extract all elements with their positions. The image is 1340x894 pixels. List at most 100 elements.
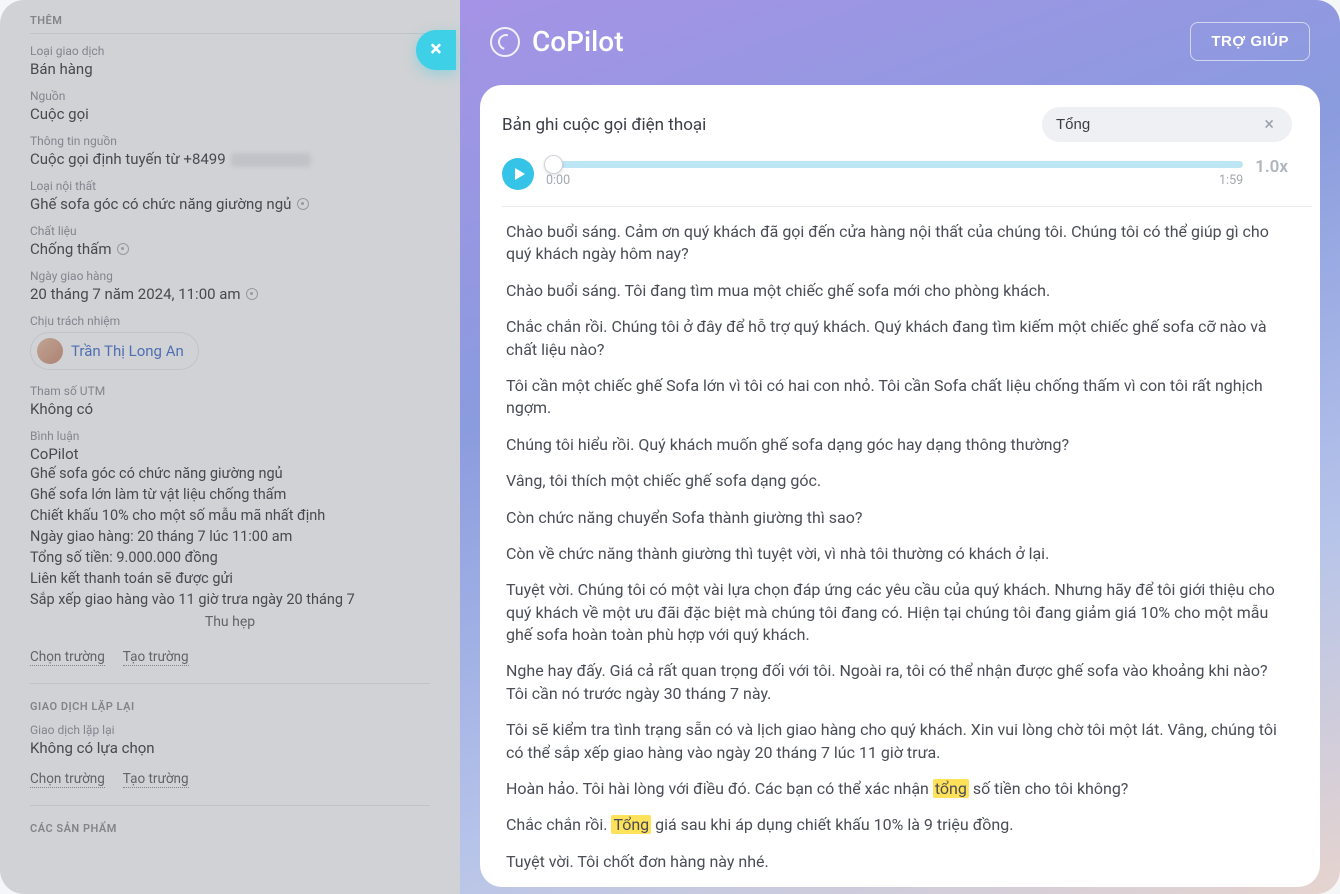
field-actions: Chọn trường Tạo trường (30, 646, 430, 665)
transcript-line: Chắc chắn rồi. Tổng giá sau khi áp dụng … (506, 814, 1302, 836)
field-value[interactable]: 20 tháng 7 năm 2024, 11:00 am (30, 285, 430, 303)
field-label: Nguồn (30, 89, 430, 103)
ai-icon (117, 243, 129, 255)
material-text: Chống thấm (30, 240, 112, 258)
help-button[interactable]: TRỢ GIÚP (1190, 22, 1310, 61)
avatar (37, 338, 63, 364)
field-value[interactable]: Cuộc gọi (30, 105, 430, 123)
audio-player: 0:00 1:59 1.0x (502, 158, 1312, 190)
play-button[interactable] (502, 158, 534, 190)
transcript-line: Chào buổi sáng. Tôi đang tìm mua một chi… (506, 280, 1302, 302)
copilot-panel: CoPilot TRỢ GIÚP Bản ghi cuộc gọi điện t… (460, 0, 1340, 894)
responsible-person-chip[interactable]: Trần Thị Long An (30, 332, 199, 370)
transcript-line: Nghe hay đấy. Giá cả rất quan trọng đối … (506, 660, 1302, 705)
ai-icon (297, 198, 309, 210)
field-label: Chất liệu (30, 224, 430, 238)
section-repeat-title: GIAO DỊCH LẶP LẠI (30, 700, 430, 713)
create-field-link[interactable]: Tạo trường (123, 771, 189, 788)
transcript-line: Chúng tôi hiểu rồi. Quý khách muốn ghế s… (506, 434, 1302, 456)
field-value[interactable]: Chống thấm (30, 240, 430, 258)
comment-line: Ghế sofa góc có chức năng giường ngủ (30, 463, 430, 484)
field-label: Tham số UTM (30, 384, 430, 398)
field-label: Thông tin nguồn (30, 134, 430, 148)
seek-thumb[interactable] (544, 155, 563, 174)
person-name: Trần Thị Long An (71, 342, 184, 360)
clear-search-icon[interactable]: × (1260, 114, 1278, 135)
search-input[interactable] (1056, 116, 1260, 133)
highlight: Tổng (611, 815, 651, 834)
transcript-line: Còn về chức năng thành giường thì tuyệt … (506, 543, 1302, 565)
section-products-title: CÁC SẢN PHẨM (30, 822, 430, 835)
field-actions-2: Chọn trường Tạo trường (30, 768, 430, 787)
transcript-line: Vâng, tôi thích một chiếc ghế sofa dạng … (506, 470, 1302, 492)
copilot-title: CoPilot (532, 25, 624, 58)
section-more-title: THÊM (30, 14, 430, 27)
field-value[interactable]: Bán hàng (30, 60, 430, 78)
transcript-line: Chắc chắn rồi. Chúng tôi ở đây để hỗ trợ… (506, 316, 1302, 361)
field-transaction-type: Loại giao dịch Bán hàng (30, 44, 430, 78)
field-value[interactable]: Ghế sofa góc có chức năng giường ngủ (30, 195, 430, 213)
copilot-header: CoPilot TRỢ GIÚP (460, 0, 1340, 75)
field-source-info: Thông tin nguồn Cuộc gọi định tuyến từ +… (30, 134, 430, 168)
transcript-card: Bản ghi cuộc gọi điện thoại × 0:00 1:59 … (480, 85, 1320, 887)
transcript-line: Tuyệt vời. Tôi chốt đơn hàng này nhé. (506, 851, 1302, 873)
comment-line: Ghế sofa lớn làm từ vật liệu chống thấm (30, 484, 430, 505)
field-source: Nguồn Cuộc gọi (30, 89, 430, 123)
divider (30, 33, 430, 34)
redacted-number (231, 153, 311, 167)
playback-speed[interactable]: 1.0x (1255, 157, 1288, 177)
field-value[interactable]: Cuộc gọi định tuyến từ +8499 (30, 150, 430, 168)
comment-line: Ngày giao hàng: 20 tháng 7 lúc 11:00 am (30, 526, 430, 547)
comment-line: Tổng số tiền: 9.000.000 đồng (30, 547, 430, 568)
field-value[interactable]: Không có lựa chọn (30, 739, 430, 757)
field-furniture-type: Loại nội thất Ghế sofa góc có chức năng … (30, 179, 430, 213)
field-label: Loại giao dịch (30, 44, 430, 58)
field-delivery-date: Ngày giao hàng 20 tháng 7 năm 2024, 11:0… (30, 269, 430, 303)
highlight: tổng (933, 779, 969, 798)
field-responsible: Chịu trách nhiệm Trần Thị Long An (30, 314, 430, 370)
time-labels: 0:00 1:59 (546, 173, 1243, 188)
seek-track[interactable] (546, 161, 1243, 168)
field-value[interactable]: Không có (30, 400, 430, 418)
transcript-search[interactable]: × (1042, 107, 1292, 142)
transcript-line: Còn chức năng chuyển Sofa thành giường t… (506, 507, 1302, 529)
card-title: Bản ghi cuộc gọi điện thoại (502, 115, 706, 135)
transcript-body[interactable]: Chào buổi sáng. Cảm ơn quý khách đã gọi … (502, 206, 1312, 877)
delivery-text: 20 tháng 7 năm 2024, 11:00 am (30, 285, 241, 303)
create-field-link[interactable]: Tạo trường (123, 649, 189, 666)
field-comment: Bình luận CoPilot Ghế sofa góc có chức n… (30, 429, 430, 630)
furniture-type-text: Ghế sofa góc có chức năng giường ngủ (30, 195, 291, 213)
left-panel: THÊM Loại giao dịch Bán hàng Nguồn Cuộc … (0, 0, 460, 894)
collapse-link[interactable]: Thu hẹp (30, 614, 430, 630)
source-info-text: Cuộc gọi định tuyến từ +8499 (30, 150, 226, 168)
comment-title: CoPilot (30, 445, 430, 463)
comment-body: Ghế sofa góc có chức năng giường ngủGhế … (30, 463, 430, 610)
field-utm: Tham số UTM Không có (30, 384, 430, 418)
field-label: Chịu trách nhiệm (30, 314, 430, 328)
comment-line: Chiết khấu 10% cho một số mẫu mã nhất đị… (30, 505, 430, 526)
field-label: Bình luận (30, 429, 430, 443)
close-icon: × (430, 39, 442, 61)
transcript-line: Hoàn hảo. Tôi hài lòng với điều đó. Các … (506, 778, 1302, 800)
card-header: Bản ghi cuộc gọi điện thoại × (502, 107, 1312, 142)
time-start: 0:00 (546, 173, 570, 188)
time-end: 1:59 (1219, 173, 1243, 188)
copilot-brand: CoPilot (490, 25, 624, 58)
seek-track-wrap: 0:00 1:59 (546, 161, 1243, 188)
choose-field-link[interactable]: Chọn trường (30, 771, 105, 788)
section-products: CÁC SẢN PHẨM (30, 805, 430, 835)
transcript-line: Tuyệt vời. Chúng tôi có một vài lựa chọn… (506, 579, 1302, 646)
field-label: Loại nội thất (30, 179, 430, 193)
play-icon (515, 168, 525, 180)
transcript-line: Tôi sẽ kiểm tra tình trạng sẵn có và lịc… (506, 719, 1302, 764)
transcript-line: Chào buổi sáng. Cảm ơn quý khách đã gọi … (506, 221, 1302, 266)
choose-field-link[interactable]: Chọn trường (30, 649, 105, 666)
ai-icon (246, 288, 258, 300)
transcript-line: Tôi cần một chiếc ghế Sofa lớn vì tôi có… (506, 375, 1302, 420)
field-material: Chất liệu Chống thấm (30, 224, 430, 258)
field-label: Ngày giao hàng (30, 269, 430, 283)
close-panel-button[interactable]: × (416, 30, 456, 70)
comment-line: Liên kết thanh toán sẽ được gửi (30, 568, 430, 589)
field-repeat: Giao dịch lặp lại Không có lựa chọn (30, 723, 430, 757)
comment-line: Sắp xếp giao hàng vào 11 giờ trưa ngày 2… (30, 589, 430, 610)
